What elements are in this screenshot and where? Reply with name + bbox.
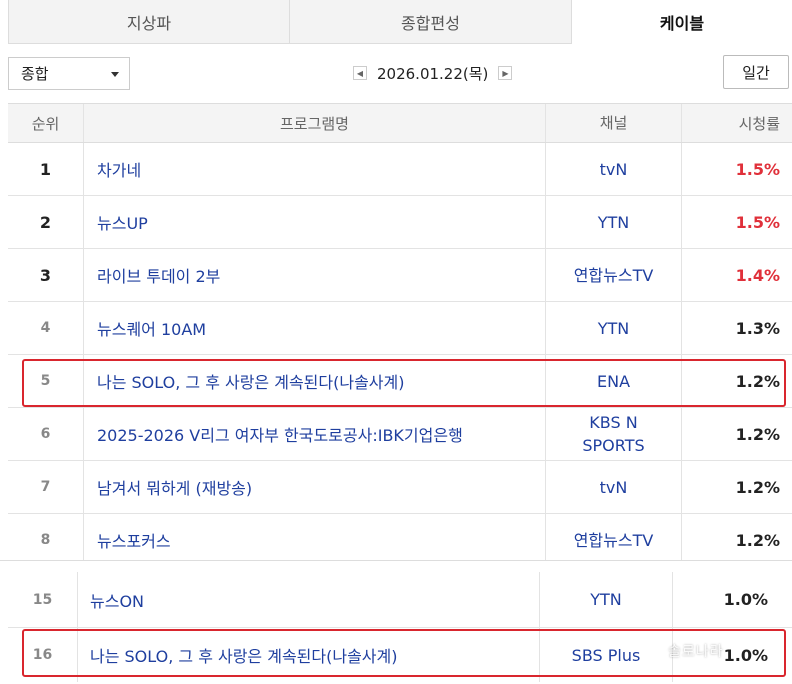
- next-date-icon[interactable]: ▶: [498, 66, 513, 80]
- category-select-value: 종합: [21, 65, 49, 83]
- channel-link[interactable]: tvN: [600, 158, 628, 181]
- broadcast-tabs: 지상파 종합편성 케이블: [8, 0, 792, 44]
- row-rank: 1: [8, 143, 84, 195]
- program-link[interactable]: 나는 SOLO, 그 후 사랑은 계속된다(나솔사계): [90, 643, 398, 667]
- row-rank: 8: [8, 514, 84, 566]
- channel-link[interactable]: YTN: [598, 317, 630, 340]
- ratings-table: 순위 프로그램명 채널 시청률 1 차가네 tvN 1.5% 2 뉴스UP YT…: [8, 103, 792, 567]
- row-rank: 5: [8, 355, 84, 407]
- tab-terrestrial[interactable]: 지상파: [8, 0, 290, 44]
- channel-link[interactable]: YTN: [598, 211, 630, 234]
- row-rank: 2: [8, 196, 84, 248]
- section-divider: [0, 560, 792, 569]
- header-program: 프로그램명: [84, 104, 546, 142]
- row-rating: 1.2%: [735, 424, 780, 444]
- header-rating: 시청률: [738, 114, 780, 133]
- program-link[interactable]: 뉴스포커스: [97, 528, 171, 552]
- header-rank: 순위: [8, 104, 84, 142]
- tab-general-programming[interactable]: 종합편성: [290, 0, 572, 44]
- daily-button[interactable]: 일간: [723, 55, 789, 89]
- row-rating: 1.5%: [735, 212, 780, 232]
- table-row: 5 나는 SOLO, 그 후 사랑은 계속된다(나솔사계) ENA 1.2%: [8, 355, 792, 408]
- controls-bar: 종합 ◀ 2026.01.22(목) ▶ 일간: [8, 55, 792, 91]
- table-row: 6 2025-2026 V리그 여자부 한국도로공사:IBK기업은행 KBS N…: [8, 408, 792, 461]
- program-link[interactable]: 뉴스퀘어 10AM: [97, 316, 206, 340]
- tab-cable[interactable]: 케이블: [572, 0, 792, 44]
- channel-link[interactable]: 연합뉴스TV: [574, 264, 654, 287]
- channel-link-line2[interactable]: SPORTS: [582, 434, 644, 457]
- chevron-down-icon: [111, 72, 119, 77]
- row-rating: 1.5%: [735, 159, 780, 179]
- current-date: 2026.01.22(목): [377, 64, 489, 83]
- row-rating: 1.3%: [735, 318, 780, 338]
- ratings-table-excerpt: 15 뉴스ON YTN 1.0% 16 나는 SOLO, 그 후 사랑은 계속된…: [8, 572, 792, 682]
- program-link[interactable]: 남겨서 뭐하게 (재방송): [97, 475, 252, 499]
- channel-link-line1[interactable]: KBS N: [589, 411, 637, 434]
- category-select[interactable]: 종합: [8, 57, 130, 90]
- table-row: 4 뉴스퀘어 10AM YTN 1.3%: [8, 302, 792, 355]
- channel-link[interactable]: YTN: [590, 588, 622, 611]
- program-link[interactable]: 뉴스ON: [90, 588, 144, 612]
- channel-link[interactable]: SBS Plus: [572, 644, 641, 667]
- channel-link[interactable]: ENA: [597, 370, 630, 393]
- program-link[interactable]: 차가네: [97, 157, 141, 181]
- header-channel: 채널: [546, 104, 682, 142]
- channel-link[interactable]: 연합뉴스TV: [574, 529, 654, 552]
- table-row: 3 라이브 투데이 2부 연합뉴스TV 1.4%: [8, 249, 792, 302]
- table-header: 순위 프로그램명 채널 시청률: [8, 103, 792, 143]
- program-link[interactable]: 라이브 투데이 2부: [97, 263, 220, 287]
- prev-date-icon[interactable]: ◀: [353, 66, 367, 80]
- program-link[interactable]: 뉴스UP: [97, 210, 148, 234]
- row-rating: 1.2%: [735, 477, 780, 497]
- row-rank: 6: [8, 408, 84, 460]
- table-row: 1 차가네 tvN 1.5%: [8, 143, 792, 196]
- row-rating: 1.2%: [735, 530, 780, 550]
- table-row: 2 뉴스UP YTN 1.5%: [8, 196, 792, 249]
- program-link[interactable]: 2025-2026 V리그 여자부 한국도로공사:IBK기업은행: [97, 422, 463, 446]
- row-rank: 16: [8, 628, 78, 682]
- table-row: 15 뉴스ON YTN 1.0%: [8, 572, 792, 628]
- row-rank: 15: [8, 572, 78, 627]
- row-rating: 1.4%: [735, 265, 780, 285]
- row-rank: 4: [8, 302, 84, 354]
- row-rating: 1.0%: [723, 590, 768, 609]
- program-link[interactable]: 나는 SOLO, 그 후 사랑은 계속된다(나솔사계): [97, 369, 405, 393]
- watermark-logo: 솔로나라: [668, 644, 724, 660]
- channel-link[interactable]: tvN: [600, 476, 628, 499]
- date-navigator: ◀ 2026.01.22(목) ▶: [353, 61, 513, 85]
- row-rank: 3: [8, 249, 84, 301]
- table-row: 7 남겨서 뭐하게 (재방송) tvN 1.2%: [8, 461, 792, 514]
- row-rating: 1.2%: [735, 371, 780, 391]
- row-rank: 7: [8, 461, 84, 513]
